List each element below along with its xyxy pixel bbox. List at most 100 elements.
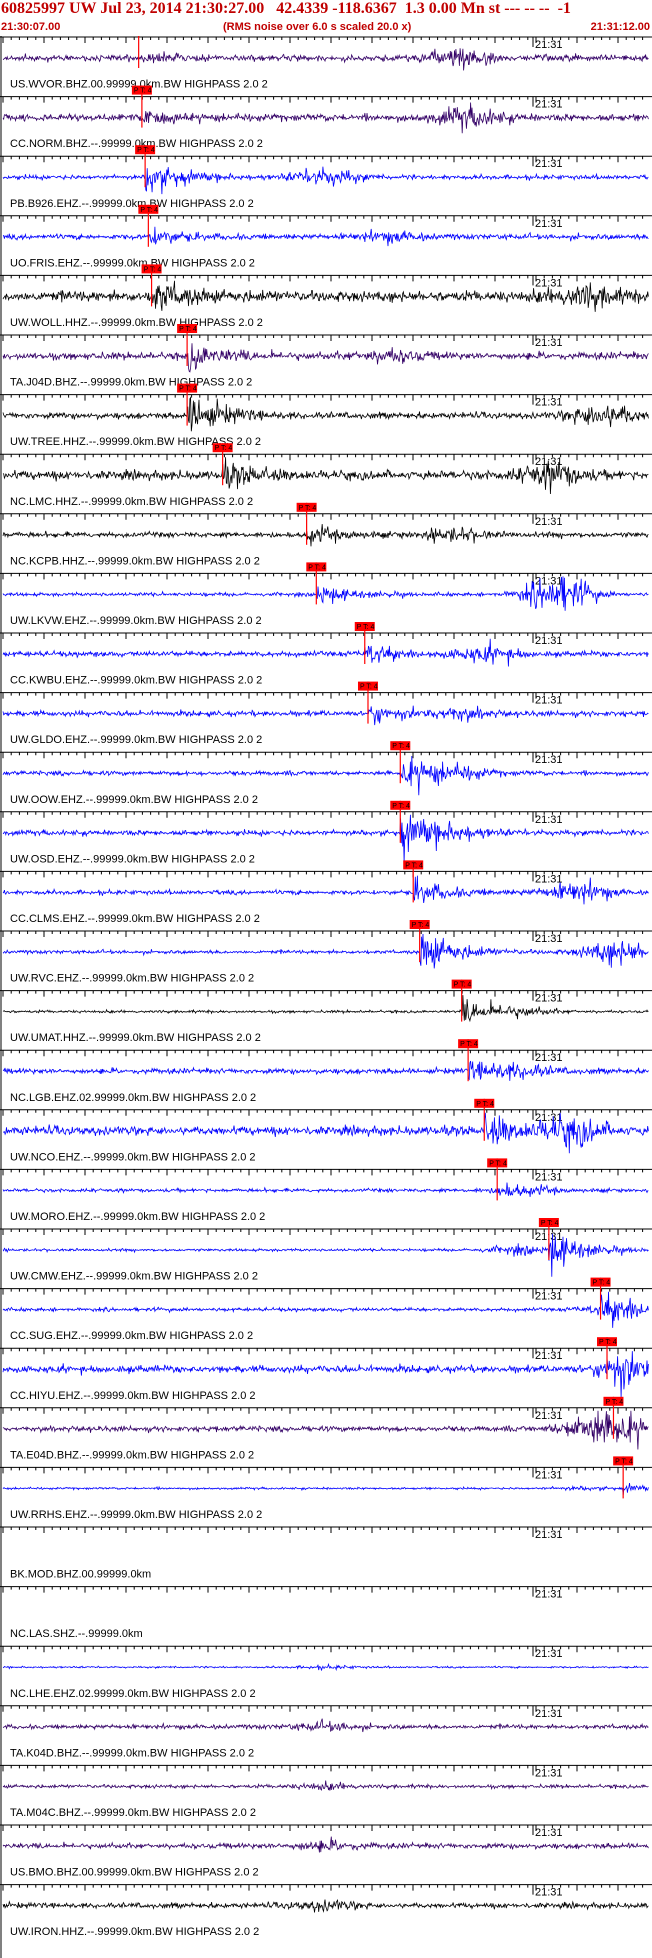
station-label: TA.J04D.BHZ.--.99999.0km.BW HIGHPASS 2.0… [10, 377, 252, 389]
minute-label: 21:31 [535, 1648, 563, 1660]
station-label: NC.LAS.SHZ.--.99999.0km [10, 1628, 143, 1640]
trace-15: 21:31 UW.RVC.EHZ.--.99999.0km.BW HIGHPASS… [0, 920, 652, 985]
minute-label: 21:31 [535, 277, 563, 289]
station-label: UW.MORO.EHZ.--.99999.0km.BW HIGHPASS 2.0… [10, 1211, 265, 1223]
trace-31: 21:31 UW.IRON.HHZ.--.99999.0km.BW HIGHPAS… [0, 1884, 652, 1938]
station-label: NC.LGB.EHZ.02.99999.0km.BW HIGHPASS 2.0 … [10, 1092, 256, 1104]
pick-flag-label: P T: 4 [412, 922, 430, 929]
pick-flag-label: P T: 4 [489, 1160, 507, 1167]
minute-label: 21:31 [535, 1589, 563, 1601]
trace-28: 21:31 TA.K04D.BHZ.--.99999.0km.BW HIGHPAS… [0, 1705, 652, 1759]
trace-23: 21:31 TA.E04D.BHZ.--.99999.0km.BW HIGHPAS… [0, 1396, 652, 1461]
trace-7: 21:31NC.LMC.HHZ.--.99999.0km.BW HIGHPASS… [0, 443, 652, 508]
trace-16: 21:31 UW.UMAT.HHZ.--.99999.0km.BW HIGHPAS… [0, 979, 652, 1044]
pick-flag-label: P T: 4 [179, 326, 197, 333]
pick-flag-label: P T: 4 [541, 1220, 559, 1227]
pick-flag-label: P T: 4 [144, 266, 162, 273]
pick-flag-label: P T: 4 [460, 1041, 478, 1048]
trace-13: 21:31 UW.OSD.EHZ.--.99999.0km.BW HIGHPASS… [0, 800, 652, 865]
pick-flag-label: P T: 4 [392, 743, 410, 750]
waveform [2, 1780, 649, 1791]
pick-flag-label: P T: 4 [360, 684, 378, 691]
minute-label: 21:31 [535, 1291, 563, 1303]
trace-12: 21:31 UW.OOW.EHZ.--.99999.0km.BW HIGHPASS… [0, 741, 652, 806]
pick-flag-label: P T: 4 [615, 1458, 633, 1465]
minute-label: 21:31 [535, 993, 563, 1005]
station-label: UW.OOW.EHZ.--.99999.0km.BW HIGHPASS 2.0 … [10, 794, 258, 806]
minute-label: 21:31 [535, 1112, 563, 1124]
station-label: UW.GLDO.EHZ.--.99999.0km.BW HIGHPASS 2.0… [10, 734, 262, 746]
station-label: UO.FRIS.EHZ.--.99999.0km.BW HIGHPASS 2.0… [10, 257, 255, 269]
minute-label: 21:31 [535, 1767, 563, 1779]
minute-label: 21:31 [535, 873, 563, 885]
end-time: 21:31:12.00 [590, 21, 650, 33]
station-label: US.BMO.BHZ.00.99999.0km.BW HIGHPASS 2.0 … [10, 1867, 259, 1879]
station-label: UW.RRHS.EHZ.--.99999.0km.BW HIGHPASS 2.0… [10, 1509, 262, 1521]
pick-flag-label: P T: 4 [215, 445, 233, 452]
pick-flag-label: P T: 4 [134, 88, 152, 95]
plot-header: 60825997 UW Jul 23, 2014 21:30:27.00 42.… [0, 0, 652, 36]
minute-label: 21:31 [535, 99, 563, 111]
pick-flag-label: P T: 4 [140, 207, 158, 214]
start-time: 21:30:07.00 [1, 21, 61, 33]
trace-27: 21:31 NC.LHE.EHZ.02.99999.0km.BW HIGHPASS… [0, 1645, 652, 1700]
waveform [2, 1662, 649, 1672]
station-label: UW.IRON.HHZ.--.99999.0km.BW HIGHPASS 2.0… [10, 1926, 259, 1938]
minute-label: 21:31 [535, 397, 563, 409]
trace-24: 21:31 UW.RRHS.EHZ.--.99999.0km.BW HIGHPAS… [0, 1456, 652, 1521]
trace-2: 21:31 PB.B926.EHZ.--.99999.0km.BW HIGHPAS… [0, 145, 652, 210]
station-label: TA.K04D.BHZ.--.99999.0km.BW HIGHPASS 2.0… [10, 1747, 254, 1759]
minute-label: 21:31 [535, 1887, 563, 1899]
minute-label: 21:31 [535, 1052, 563, 1064]
pick-flag-label: P T: 4 [605, 1399, 623, 1406]
station-label: UW.WOLL.HHZ.--.99999.0km.BW HIGHPASS 2.0… [10, 317, 263, 329]
minute-label: 21:31 [535, 1529, 563, 1541]
trace-26: 21:31 NC.LAS.SHZ.--.99999.0km [0, 1586, 652, 1640]
trace-21: 21:31 CC.SUG.EHZ.--.99999.0km.BW HIGHPASS… [0, 1277, 652, 1342]
minute-label: 21:31 [535, 218, 563, 230]
pick-flag-label: P T: 4 [299, 505, 317, 512]
seismogram-plot: 21:31US.WVOR.BHZ.00.99999.0km.BW HIGHPAS… [0, 36, 652, 1958]
minute-label: 21:31 [535, 1708, 563, 1720]
minute-label: 21:31 [535, 158, 563, 170]
rms-note: (RMS noise over 6.0 s scaled 20.0 x) [223, 21, 412, 33]
trace-18: 21:31 UW.NCO.EHZ.--.99999.0km.BW HIGHPASS… [0, 1098, 652, 1163]
pick-flag-label: P T: 4 [476, 1101, 494, 1108]
station-label: UW.OSD.EHZ.--.99999.0km.BW HIGHPASS 2.0 … [10, 853, 255, 865]
trace-14: 21:31 CC.CLMS.EHZ.--.99999.0km.BW HIGHPAS… [0, 860, 652, 925]
trace-20: 21:31UW.CMW.EHZ.--.99999.0km.BW HIGHPASS… [0, 1218, 652, 1283]
minute-label: 21:31 [535, 814, 563, 826]
station-label: NC.KCPB.HHZ.--.99999.0km.BW HIGHPASS 2.0… [10, 555, 260, 567]
pick-flag-label: P T: 4 [308, 564, 326, 571]
pick-flag-label: P T: 4 [179, 386, 197, 393]
station-label: CC.CLMS.EHZ.--.99999.0km.BW HIGHPASS 2.0… [10, 913, 260, 925]
station-label: UW.LKVW.EHZ.--.99999.0km.BW HIGHPASS 2.0… [10, 615, 262, 627]
trace-6: 21:31UW.TREE.HHZ.--.99999.0km.BW HIGHPAS… [0, 383, 652, 448]
waveform [2, 1899, 649, 1913]
trace-9: 21:31 UW.LKVW.EHZ.--.99999.0km.BW HIGHPAS… [0, 562, 652, 627]
station-label: UW.NCO.EHZ.--.99999.0km.BW HIGHPASS 2.0 … [10, 1151, 256, 1163]
pick-flag-label: P T: 4 [392, 803, 410, 810]
waveform [2, 705, 649, 726]
minute-label: 21:31 [535, 754, 563, 766]
pick-flag-label: P T: 4 [454, 982, 472, 989]
pick-flag-label: P T: 4 [137, 147, 155, 154]
minute-label: 21:31 [535, 933, 563, 945]
trace-25: 21:31 BK.MOD.BHZ.00.99999.0km [0, 1526, 652, 1581]
station-label: UW.CMW.EHZ.--.99999.0km.BW HIGHPASS 2.0 … [10, 1271, 258, 1283]
trace-0: 21:31US.WVOR.BHZ.00.99999.0km.BW HIGHPAS… [0, 36, 652, 91]
station-label: UW.UMAT.HHZ.--.99999.0km.BW HIGHPASS 2.0… [10, 1032, 261, 1044]
trace-1: 21:31CC.NORM.BHZ.--.99999.0km.BW HIGHPAS… [0, 85, 652, 150]
trace-29: 21:31 TA.M04C.BHZ.--.99999.0km.BW HIGHPAS… [0, 1764, 652, 1819]
trace-10: 21:31 CC.KWBU.EHZ.--.99999.0km.BW HIGHPAS… [0, 622, 652, 687]
trace-5: 21:31 TA.J04D.BHZ.--.99999.0km.BW HIGHPAS… [0, 324, 652, 389]
station-label: PB.B926.EHZ.--.99999.0km.BW HIGHPASS 2.0… [10, 198, 254, 210]
pick-flag-label: P T: 4 [593, 1280, 611, 1287]
waveform [2, 1482, 649, 1496]
pick-flag-label: P T: 4 [405, 862, 423, 869]
minute-label: 21:31 [535, 1827, 563, 1839]
station-label: NC.LMC.HHZ.--.99999.0km.BW HIGHPASS 2.0 … [10, 496, 253, 508]
minute-label: 21:31 [535, 516, 563, 528]
minute-label: 21:31 [535, 1469, 563, 1481]
pick-flag-label: P T: 4 [357, 624, 375, 631]
